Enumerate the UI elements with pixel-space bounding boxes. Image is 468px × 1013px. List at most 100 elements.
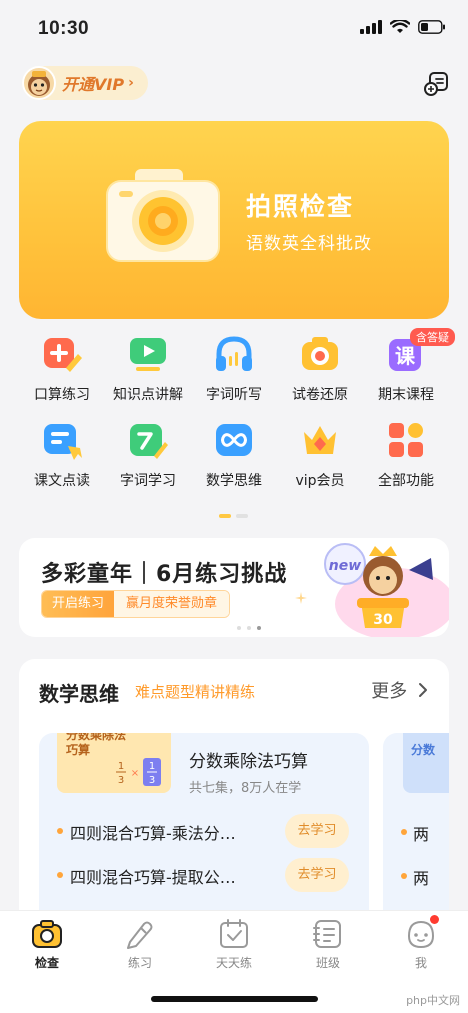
feature-oral-calc[interactable]: 口算练习 — [19, 334, 105, 404]
tab-label: 我 — [414, 956, 427, 970]
bullet-dot — [57, 828, 63, 834]
course-meta: 共七集，8万人在学 — [189, 781, 302, 796]
feature-label: 课文点读 — [34, 473, 90, 489]
infinity-icon — [214, 420, 254, 460]
hero-subtitle: 语数英全科批改 — [246, 234, 372, 254]
feature-label: 试卷还原 — [292, 387, 348, 403]
lesson-item[interactable]: 四则混合巧算-乘法分… 去学习 — [57, 813, 357, 849]
feature-row-1: 口算练习 知识点讲解 字词听写 试卷还原 课 含答疑 期末课程 — [0, 328, 468, 414]
bullet-dot — [401, 873, 407, 879]
tab-label: 检查 — [34, 956, 59, 970]
pencil-tab-icon — [124, 918, 156, 950]
thumb-text: 分数乘除法巧算 — [66, 733, 127, 757]
calendar-check-icon — [218, 918, 250, 950]
feature-label: 口算练习 — [34, 387, 90, 403]
watermark: php中文网 — [406, 994, 460, 1007]
tab-practice[interactable]: 练习 — [105, 918, 175, 971]
feature-final-course[interactable]: 课 含答疑 期末课程 — [363, 328, 455, 404]
banner-dot — [237, 626, 241, 630]
course-thumbnail: 分数乘除法巧算 1 3 × 1 3 — [57, 733, 171, 793]
camera-icon — [106, 169, 220, 262]
feature-label: 数学思维 — [206, 473, 262, 489]
camera-tab-icon — [31, 918, 63, 950]
bullet-dot — [57, 872, 63, 878]
more-link[interactable]: 更多 — [371, 677, 429, 703]
lesson-title: 两 — [413, 869, 430, 888]
fraction-times-icon: 1 3 × 1 3 — [116, 758, 161, 786]
feature-exam-restore[interactable]: 试卷还原 — [277, 334, 363, 404]
reading-pointer-icon — [42, 420, 82, 460]
feature-word-learning[interactable]: 字词学习 — [105, 420, 191, 490]
scan-record-icon[interactable] — [422, 70, 450, 98]
grid-apps-icon — [386, 420, 426, 460]
svg-text:new: new — [329, 558, 361, 574]
course-book-icon: 课 含答疑 — [386, 328, 455, 374]
tab-label: 天天练 — [215, 956, 252, 970]
feature-vip-member[interactable]: vip会员 — [277, 420, 363, 490]
chevron-right-icon — [419, 683, 427, 697]
tab-me[interactable]: 我 — [386, 915, 456, 971]
wifi-icon — [390, 20, 410, 33]
banner-page-indicator — [237, 626, 261, 630]
face-profile-icon — [405, 915, 439, 950]
chevron-right-icon: › — [128, 75, 134, 91]
banner-pill[interactable]: 开启练习 赢月度荣誉勋章 — [41, 590, 231, 618]
tab-label: 练习 — [127, 956, 152, 970]
home-indicator[interactable] — [151, 996, 318, 1002]
word-pencil-icon — [128, 420, 168, 460]
grid-page-indicator — [219, 514, 248, 518]
feature-label: vip会员 — [295, 473, 345, 489]
vip-button[interactable]: 开通VIP › — [22, 66, 148, 100]
headphones-icon — [214, 334, 254, 374]
svg-text:3: 3 — [118, 775, 124, 786]
feature-label: 字词学习 — [120, 473, 176, 489]
notification-dot — [430, 915, 439, 924]
tab-check[interactable]: 检查 — [12, 918, 82, 971]
banner-title: 多彩童年｜6月练习挑战 — [41, 562, 288, 587]
svg-text:1: 1 — [149, 761, 155, 772]
go-study-button[interactable]: 去学习 — [285, 858, 349, 892]
feature-label: 全部功能 — [378, 473, 434, 489]
banner-dot — [247, 626, 251, 630]
answer-badge: 含答疑 — [410, 328, 455, 346]
svg-text:×: × — [131, 768, 139, 779]
lesson-item[interactable]: 四则混合巧算-提取公… 去学习 — [57, 857, 357, 893]
feature-all-functions[interactable]: 全部功能 — [363, 420, 449, 490]
course-thumbnail: 分数 — [403, 733, 449, 793]
go-study-button[interactable]: 去学习 — [285, 814, 349, 848]
page-dot-active — [219, 514, 231, 518]
monkey-avatar — [22, 66, 56, 100]
crown-icon — [300, 420, 340, 460]
hero-title: 拍照检查 — [246, 192, 355, 221]
feature-text-reading[interactable]: 课文点读 — [19, 420, 105, 490]
section-title: 数学思维 — [39, 682, 119, 706]
tab-daily-practice[interactable]: 天天练 — [199, 918, 269, 971]
feature-math-thinking[interactable]: 数学思维 — [191, 420, 277, 490]
svg-text:3: 3 — [149, 775, 155, 786]
status-icons — [360, 20, 446, 34]
feature-knowledge-lecture[interactable]: 知识点讲解 — [105, 334, 191, 404]
svg-text:1: 1 — [118, 761, 124, 772]
banner-dot-active — [257, 626, 261, 630]
challenge-banner[interactable]: 多彩童年｜6月练习挑战 开启练习 赢月度荣誉勋章 new 30 — [19, 538, 449, 637]
photo-check-card[interactable]: 拍照检查 语数英全科批改 — [19, 121, 449, 319]
lesson-title: 四则混合巧算-乘法分… — [70, 824, 236, 843]
tab-class[interactable]: 班级 — [293, 918, 363, 971]
course-title: 分数乘除法巧算 — [189, 752, 308, 772]
feature-row-2: 课文点读 字词学习 数学思维 vip会员 全部功能 — [0, 420, 468, 500]
feature-label: 知识点讲解 — [113, 387, 183, 403]
tab-label: 班级 — [315, 956, 340, 970]
feature-dictation[interactable]: 字词听写 — [191, 334, 277, 404]
lesson-title: 两 — [413, 825, 430, 844]
svg-text:课: 课 — [395, 344, 416, 368]
bullet-dot — [401, 829, 407, 835]
video-play-icon — [128, 334, 168, 374]
thumb-text: 分数 — [411, 743, 436, 757]
more-label: 更多 — [371, 681, 408, 702]
win-medal-label: 赢月度荣誉勋章 — [114, 591, 230, 617]
section-subtitle: 难点题型精讲精练 — [135, 683, 256, 701]
notebook-icon — [312, 918, 344, 950]
status-time: 10:30 — [38, 18, 90, 39]
vip-label: 开通VIP — [62, 75, 125, 94]
camera-small-icon — [300, 334, 340, 374]
